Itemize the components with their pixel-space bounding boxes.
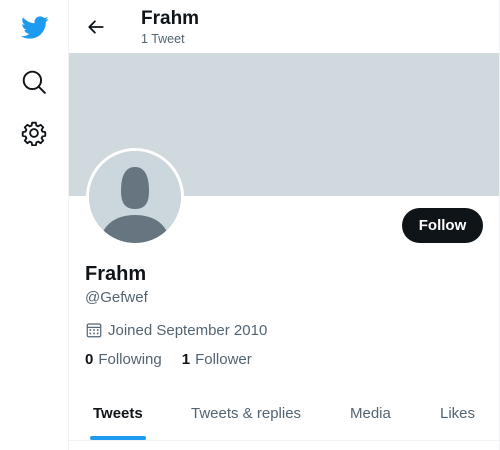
- tweet-count: 1 Tweet: [141, 32, 185, 46]
- profile-display-name: Frahm: [85, 263, 147, 285]
- followers-label: Follower: [195, 351, 252, 368]
- profile-column: Frahm 1 Tweet Follow Frahm @Gefwef Joine…: [69, 0, 500, 450]
- active-tab-indicator: [90, 436, 146, 440]
- tab-media[interactable]: Media: [350, 387, 391, 440]
- back-button[interactable]: [79, 10, 113, 44]
- calendar-icon: [85, 321, 103, 339]
- joined-date: Joined September 2010: [85, 320, 267, 340]
- back-arrow-icon: [88, 20, 104, 34]
- left-nav-rail: [0, 0, 69, 450]
- following-link[interactable]: 0 Following: [85, 351, 162, 368]
- profile-header: Frahm 1 Tweet: [69, 0, 499, 53]
- twitter-logo-button[interactable]: [14, 7, 54, 47]
- tab-tweets-and-replies[interactable]: Tweets & replies: [191, 387, 301, 440]
- following-label: Following: [98, 351, 162, 368]
- tab-likes[interactable]: Likes: [440, 387, 475, 440]
- default-avatar-icon: [89, 151, 181, 243]
- profile-handle: @Gefwef: [85, 289, 148, 306]
- explore-search-button[interactable]: [14, 62, 54, 102]
- gear-icon: [21, 121, 47, 146]
- tab-tweets[interactable]: Tweets: [93, 387, 143, 440]
- followers-link[interactable]: 1 Follower: [182, 351, 252, 368]
- joined-label: Joined September 2010: [108, 321, 268, 339]
- header-title: Frahm: [141, 8, 200, 29]
- follow-button[interactable]: Follow: [402, 208, 483, 243]
- avatar[interactable]: [86, 148, 184, 246]
- followers-count: 1: [181, 351, 191, 368]
- following-count: 0: [85, 351, 94, 368]
- follow-counts: 0 Following 1 Follower: [85, 351, 272, 368]
- twitter-bird-icon: [20, 15, 49, 39]
- settings-button[interactable]: [14, 113, 54, 153]
- profile-tabs: Tweets Tweets & replies Media Likes: [69, 387, 499, 441]
- search-icon: [22, 70, 46, 94]
